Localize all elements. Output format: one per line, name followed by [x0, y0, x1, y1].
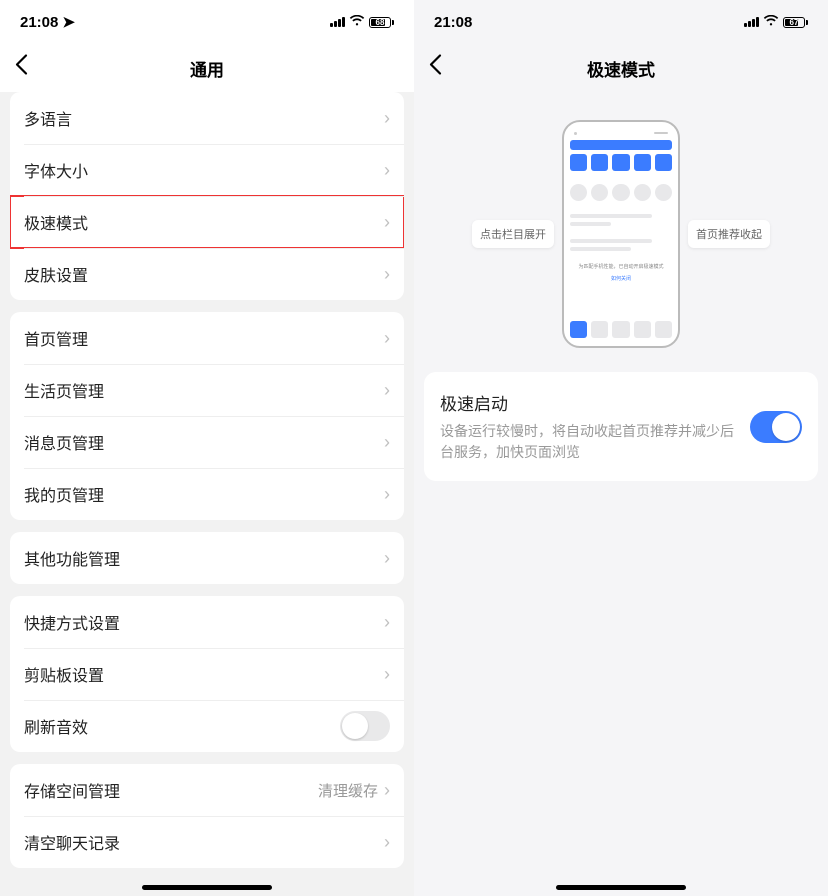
- battery-icon: 68: [369, 17, 394, 28]
- card-desc: 设备运行较慢时，将自动收起首页推荐并减少后台服务，加快页面浏览: [440, 421, 738, 463]
- row-life-page-manage[interactable]: 生活页管理 ›: [10, 364, 404, 416]
- row-value: 清理缓存: [318, 780, 378, 801]
- row-label: 极速模式: [24, 210, 88, 234]
- row-label: 快捷方式设置: [24, 610, 120, 634]
- row-shortcut-settings[interactable]: 快捷方式设置 ›: [10, 596, 404, 648]
- chevron-right-icon: ›: [384, 160, 390, 181]
- signal-icon: [744, 17, 759, 27]
- row-refresh-sound[interactable]: 刷新音效: [10, 700, 404, 752]
- refresh-sound-toggle[interactable]: [340, 711, 390, 741]
- mini-phone-illustration: 为匹配手机性能，已自动开启极速模式 如何关闭: [562, 120, 680, 348]
- illus-badge-right: 首页推荐收起: [688, 220, 770, 248]
- chevron-right-icon: ›: [384, 432, 390, 453]
- home-indicator[interactable]: [142, 885, 272, 890]
- chevron-right-icon: ›: [384, 832, 390, 853]
- row-font-size[interactable]: 字体大小 ›: [10, 144, 404, 196]
- row-label: 刷新音效: [24, 714, 88, 738]
- status-bar: 21:08 ➤ 68: [0, 0, 414, 44]
- chevron-right-icon: ›: [384, 264, 390, 285]
- row-label: 消息页管理: [24, 430, 104, 454]
- chevron-right-icon: ›: [384, 108, 390, 129]
- battery-icon: 67: [783, 17, 808, 28]
- back-button[interactable]: [14, 54, 28, 83]
- row-homepage-manage[interactable]: 首页管理 ›: [10, 312, 404, 364]
- mini-subtitle: 为匹配手机性能，已自动开启极速模式: [570, 264, 672, 271]
- row-label: 存储空间管理: [24, 778, 120, 802]
- chevron-right-icon: ›: [384, 548, 390, 569]
- signal-icon: [330, 17, 345, 27]
- row-clipboard-settings[interactable]: 剪贴板设置 ›: [10, 648, 404, 700]
- row-label: 生活页管理: [24, 378, 104, 402]
- back-button[interactable]: [428, 54, 442, 83]
- nav-bar: 极速模式: [414, 44, 828, 92]
- chevron-right-icon: ›: [384, 380, 390, 401]
- illustration: 点击栏目展开 为匹配手机性能，已自动开启极速模式 如何关闭: [414, 92, 828, 372]
- chevron-right-icon: ›: [384, 612, 390, 633]
- row-storage-manage[interactable]: 存储空间管理 清理缓存 ›: [10, 764, 404, 816]
- chevron-right-icon: ›: [384, 328, 390, 349]
- row-label: 其他功能管理: [24, 546, 120, 570]
- location-icon: ➤: [62, 13, 75, 31]
- page-title: 通用: [0, 56, 414, 81]
- card-title: 极速启动: [440, 390, 738, 415]
- chevron-right-icon: ›: [384, 780, 390, 801]
- chevron-right-icon: ›: [384, 212, 390, 233]
- row-label: 字体大小: [24, 158, 88, 182]
- row-label: 皮肤设置: [24, 262, 88, 286]
- page-title: 极速模式: [414, 56, 828, 81]
- wifi-icon: [349, 14, 365, 30]
- row-label: 首页管理: [24, 326, 88, 350]
- row-message-page-manage[interactable]: 消息页管理 ›: [10, 416, 404, 468]
- illus-badge-left: 点击栏目展开: [472, 220, 554, 248]
- status-time: 21:08: [20, 14, 58, 31]
- chevron-right-icon: ›: [384, 664, 390, 685]
- row-label: 多语言: [24, 106, 72, 130]
- wifi-icon: [763, 14, 779, 30]
- row-label: 我的页管理: [24, 482, 104, 506]
- nav-bar: 通用: [0, 44, 414, 92]
- row-skin[interactable]: 皮肤设置 ›: [10, 248, 404, 300]
- row-label: 清空聊天记录: [24, 830, 120, 854]
- row-my-page-manage[interactable]: 我的页管理 ›: [10, 468, 404, 520]
- chevron-right-icon: ›: [384, 484, 390, 505]
- home-indicator[interactable]: [556, 885, 686, 890]
- row-multilanguage[interactable]: 多语言 ›: [10, 92, 404, 144]
- mini-link: 如何关闭: [570, 275, 672, 281]
- row-other-feature-manage[interactable]: 其他功能管理 ›: [10, 532, 404, 584]
- row-label: 剪贴板设置: [24, 662, 104, 686]
- fast-start-card: 极速启动 设备运行较慢时，将自动收起首页推荐并减少后台服务，加快页面浏览: [424, 372, 818, 481]
- row-fast-mode[interactable]: 极速模式 ›: [10, 196, 404, 248]
- status-time: 21:08: [434, 14, 472, 31]
- row-clear-chat[interactable]: 清空聊天记录 ›: [10, 816, 404, 868]
- fast-start-toggle[interactable]: [750, 411, 802, 443]
- status-bar: 21:08 67: [414, 0, 828, 44]
